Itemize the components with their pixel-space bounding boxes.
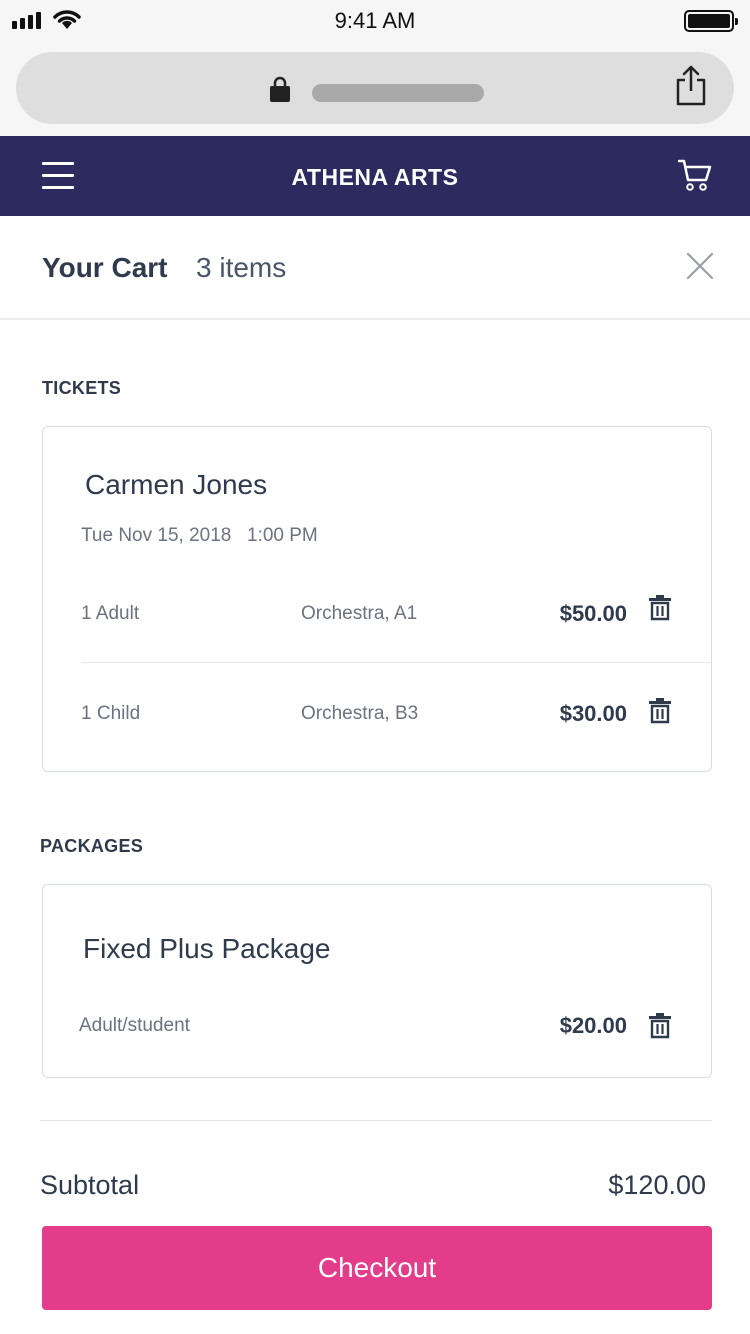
- url-placeholder: [312, 84, 484, 102]
- ticket-line-price: $50.00: [559, 601, 627, 626]
- package-title: Fixed Plus Package: [83, 933, 331, 964]
- status-time: 9:41 AM: [334, 8, 416, 33]
- hamburger-menu-icon[interactable]: [42, 160, 74, 190]
- site-header: ATHENA ARTS: [0, 136, 750, 216]
- package-type: Adult/student: [79, 1015, 190, 1036]
- cart-title: Your Cart: [42, 252, 168, 283]
- ticket-card: Carmen Jones Tue Nov 15, 2018 1:00 PM 1 …: [42, 426, 712, 772]
- trash-icon[interactable]: [649, 1013, 671, 1039]
- battery-icon: [684, 10, 738, 32]
- browser-toolbar: [0, 44, 750, 136]
- trash-icon[interactable]: [649, 698, 671, 724]
- package-price: $20.00: [559, 1013, 627, 1038]
- subtotal-value: $120.00: [608, 1170, 706, 1200]
- status-bar: 9:41 AM: [0, 0, 750, 44]
- package-card: Fixed Plus Package Adult/student $20.00: [42, 884, 712, 1078]
- ticket-line-price: $30.00: [559, 701, 627, 726]
- trash-icon[interactable]: [649, 595, 671, 621]
- address-bar[interactable]: [16, 52, 734, 124]
- ticket-line-qty: 1 Adult: [81, 603, 140, 624]
- lock-icon: [270, 76, 290, 102]
- event-date: Tue Nov 15, 2018: [81, 525, 232, 546]
- ticket-line-qty: 1 Child: [81, 703, 141, 724]
- event-title: Carmen Jones: [85, 469, 268, 500]
- packages-section-label: PACKAGES: [40, 836, 144, 856]
- checkout-button[interactable]: Checkout: [42, 1226, 712, 1310]
- summary-divider: [40, 1120, 712, 1121]
- cart-item-count: 3 items: [196, 252, 287, 283]
- line-divider: [81, 662, 711, 663]
- tickets-section-label: TICKETS: [42, 378, 122, 398]
- shopping-cart-icon[interactable]: [678, 158, 712, 192]
- brand-title: ATHENA ARTS: [291, 164, 459, 190]
- ticket-line-seat: Orchestra, A1: [301, 603, 418, 624]
- close-icon[interactable]: [686, 252, 714, 280]
- subtotal-label: Subtotal: [40, 1170, 140, 1200]
- event-time: 1:00 PM: [247, 525, 318, 546]
- ticket-line-seat: Orchestra, B3: [301, 703, 419, 724]
- share-icon[interactable]: [674, 64, 708, 106]
- cart-header: Your Cart 3 items: [0, 216, 750, 320]
